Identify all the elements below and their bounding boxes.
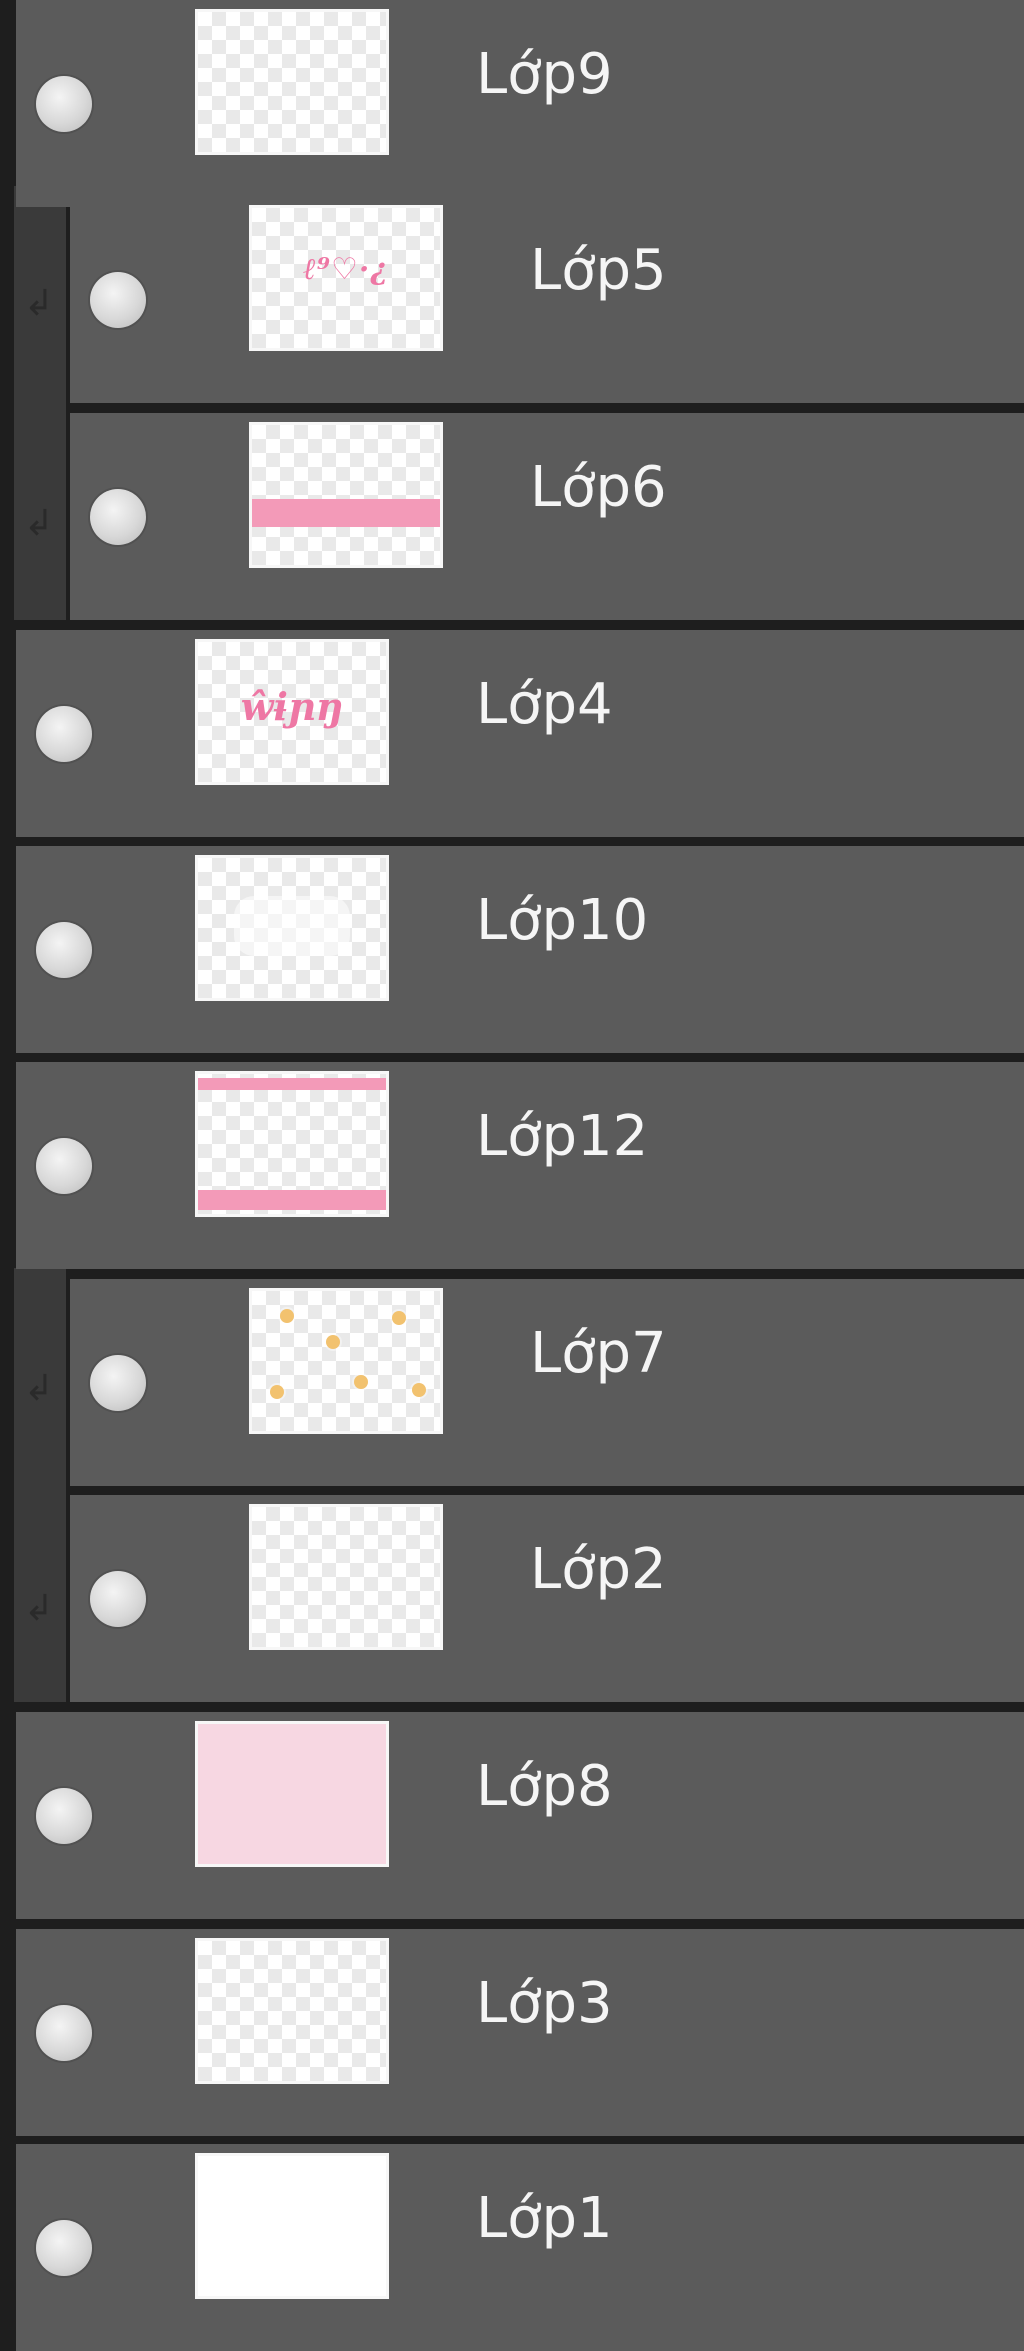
layer-name: Lớp4: [476, 672, 613, 737]
layer-row-lop12[interactable]: Lớp12: [16, 1062, 1024, 1269]
clip-arrow-icon: ↲: [23, 283, 55, 324]
thumbnail-script-text: ℓ⁹♡·¿: [303, 252, 389, 287]
thumbnail-star-dot: [280, 1309, 294, 1323]
layer-thumbnail: ℓ⁹♡·¿: [252, 208, 440, 348]
layer-panel: ↲ ↲ ↲ ↲ Lớp9 ℓ⁹♡·¿ Lớp5 Lớp6 ŵɨɲŋ Lớp4 L…: [0, 0, 1024, 2351]
layer-thumbnail: [252, 1291, 440, 1431]
thumbnail-star-dot: [270, 1385, 284, 1399]
layer-thumbnail: [252, 1507, 440, 1647]
visibility-toggle-icon[interactable]: [90, 1355, 146, 1411]
visibility-toggle-icon[interactable]: [36, 2220, 92, 2276]
visibility-toggle-icon[interactable]: [36, 706, 92, 762]
visibility-toggle-icon[interactable]: [36, 1788, 92, 1844]
layer-thumbnail: ŵɨɲŋ: [198, 642, 386, 782]
clip-arrow-icon: ↲: [23, 1588, 55, 1629]
layer-row-lop3[interactable]: Lớp3: [16, 1929, 1024, 2136]
layer-thumbnail: [198, 858, 386, 998]
layer-name: Lớp6: [530, 455, 667, 520]
layer-row-lop7[interactable]: Lớp7: [70, 1279, 1024, 1486]
layer-name: Lớp8: [476, 1754, 613, 1819]
clipping-group-strip: [14, 1268, 66, 1702]
clip-arrow-icon: ↲: [23, 1368, 55, 1409]
visibility-toggle-icon[interactable]: [36, 76, 92, 132]
layer-row-lop10[interactable]: Lớp10: [16, 846, 1024, 1053]
thumbnail-pink-band-bottom: [198, 1190, 386, 1210]
thumbnail-pink-band-top: [198, 1078, 386, 1090]
layer-thumbnail: [198, 2156, 386, 2296]
layer-name: Lớp10: [476, 888, 649, 953]
thumbnail-pink-band: [252, 499, 440, 527]
layer-name: Lớp3: [476, 1971, 613, 2036]
thumbnail-star-dot: [326, 1335, 340, 1349]
layer-thumbnail: [252, 425, 440, 565]
layer-row-lop4[interactable]: ŵɨɲŋ Lớp4: [16, 630, 1024, 837]
layer-thumbnail: [198, 1724, 386, 1864]
layer-name: Lớp9: [476, 42, 613, 107]
layer-name: Lớp5: [530, 238, 667, 303]
layer-thumbnail: [198, 12, 386, 152]
layer-row-lop8[interactable]: Lớp8: [16, 1712, 1024, 1919]
thumbnail-star-dot: [392, 1311, 406, 1325]
layer-row-lop1[interactable]: Lớp1: [16, 2144, 1024, 2351]
thumbnail-star-dot: [354, 1375, 368, 1389]
layer-name: Lớp2: [530, 1537, 667, 1602]
layer-row-lop6[interactable]: Lớp6: [70, 413, 1024, 620]
layer-name: Lớp7: [530, 1321, 667, 1386]
clipping-group-strip: [14, 186, 66, 620]
layer-row-lop5[interactable]: ℓ⁹♡·¿ Lớp5: [70, 196, 1024, 403]
layer-row-lop9[interactable]: Lớp9: [16, 0, 1024, 207]
thumbnail-faint-shape: [234, 896, 350, 956]
visibility-toggle-icon[interactable]: [36, 922, 92, 978]
visibility-toggle-icon[interactable]: [36, 2005, 92, 2061]
visibility-toggle-icon[interactable]: [90, 1571, 146, 1627]
clip-arrow-icon: ↲: [23, 503, 55, 544]
visibility-toggle-icon[interactable]: [90, 272, 146, 328]
layer-name: Lớp12: [476, 1104, 649, 1169]
thumbnail-script-text: ŵɨɲŋ: [240, 684, 344, 729]
layer-name: Lớp1: [476, 2186, 613, 2251]
layer-thumbnail: [198, 1941, 386, 2081]
layer-row-lop2[interactable]: Lớp2: [70, 1495, 1024, 1702]
visibility-toggle-icon[interactable]: [90, 489, 146, 545]
thumbnail-star-dot: [412, 1383, 426, 1397]
layer-thumbnail: [198, 1074, 386, 1214]
visibility-toggle-icon[interactable]: [36, 1138, 92, 1194]
